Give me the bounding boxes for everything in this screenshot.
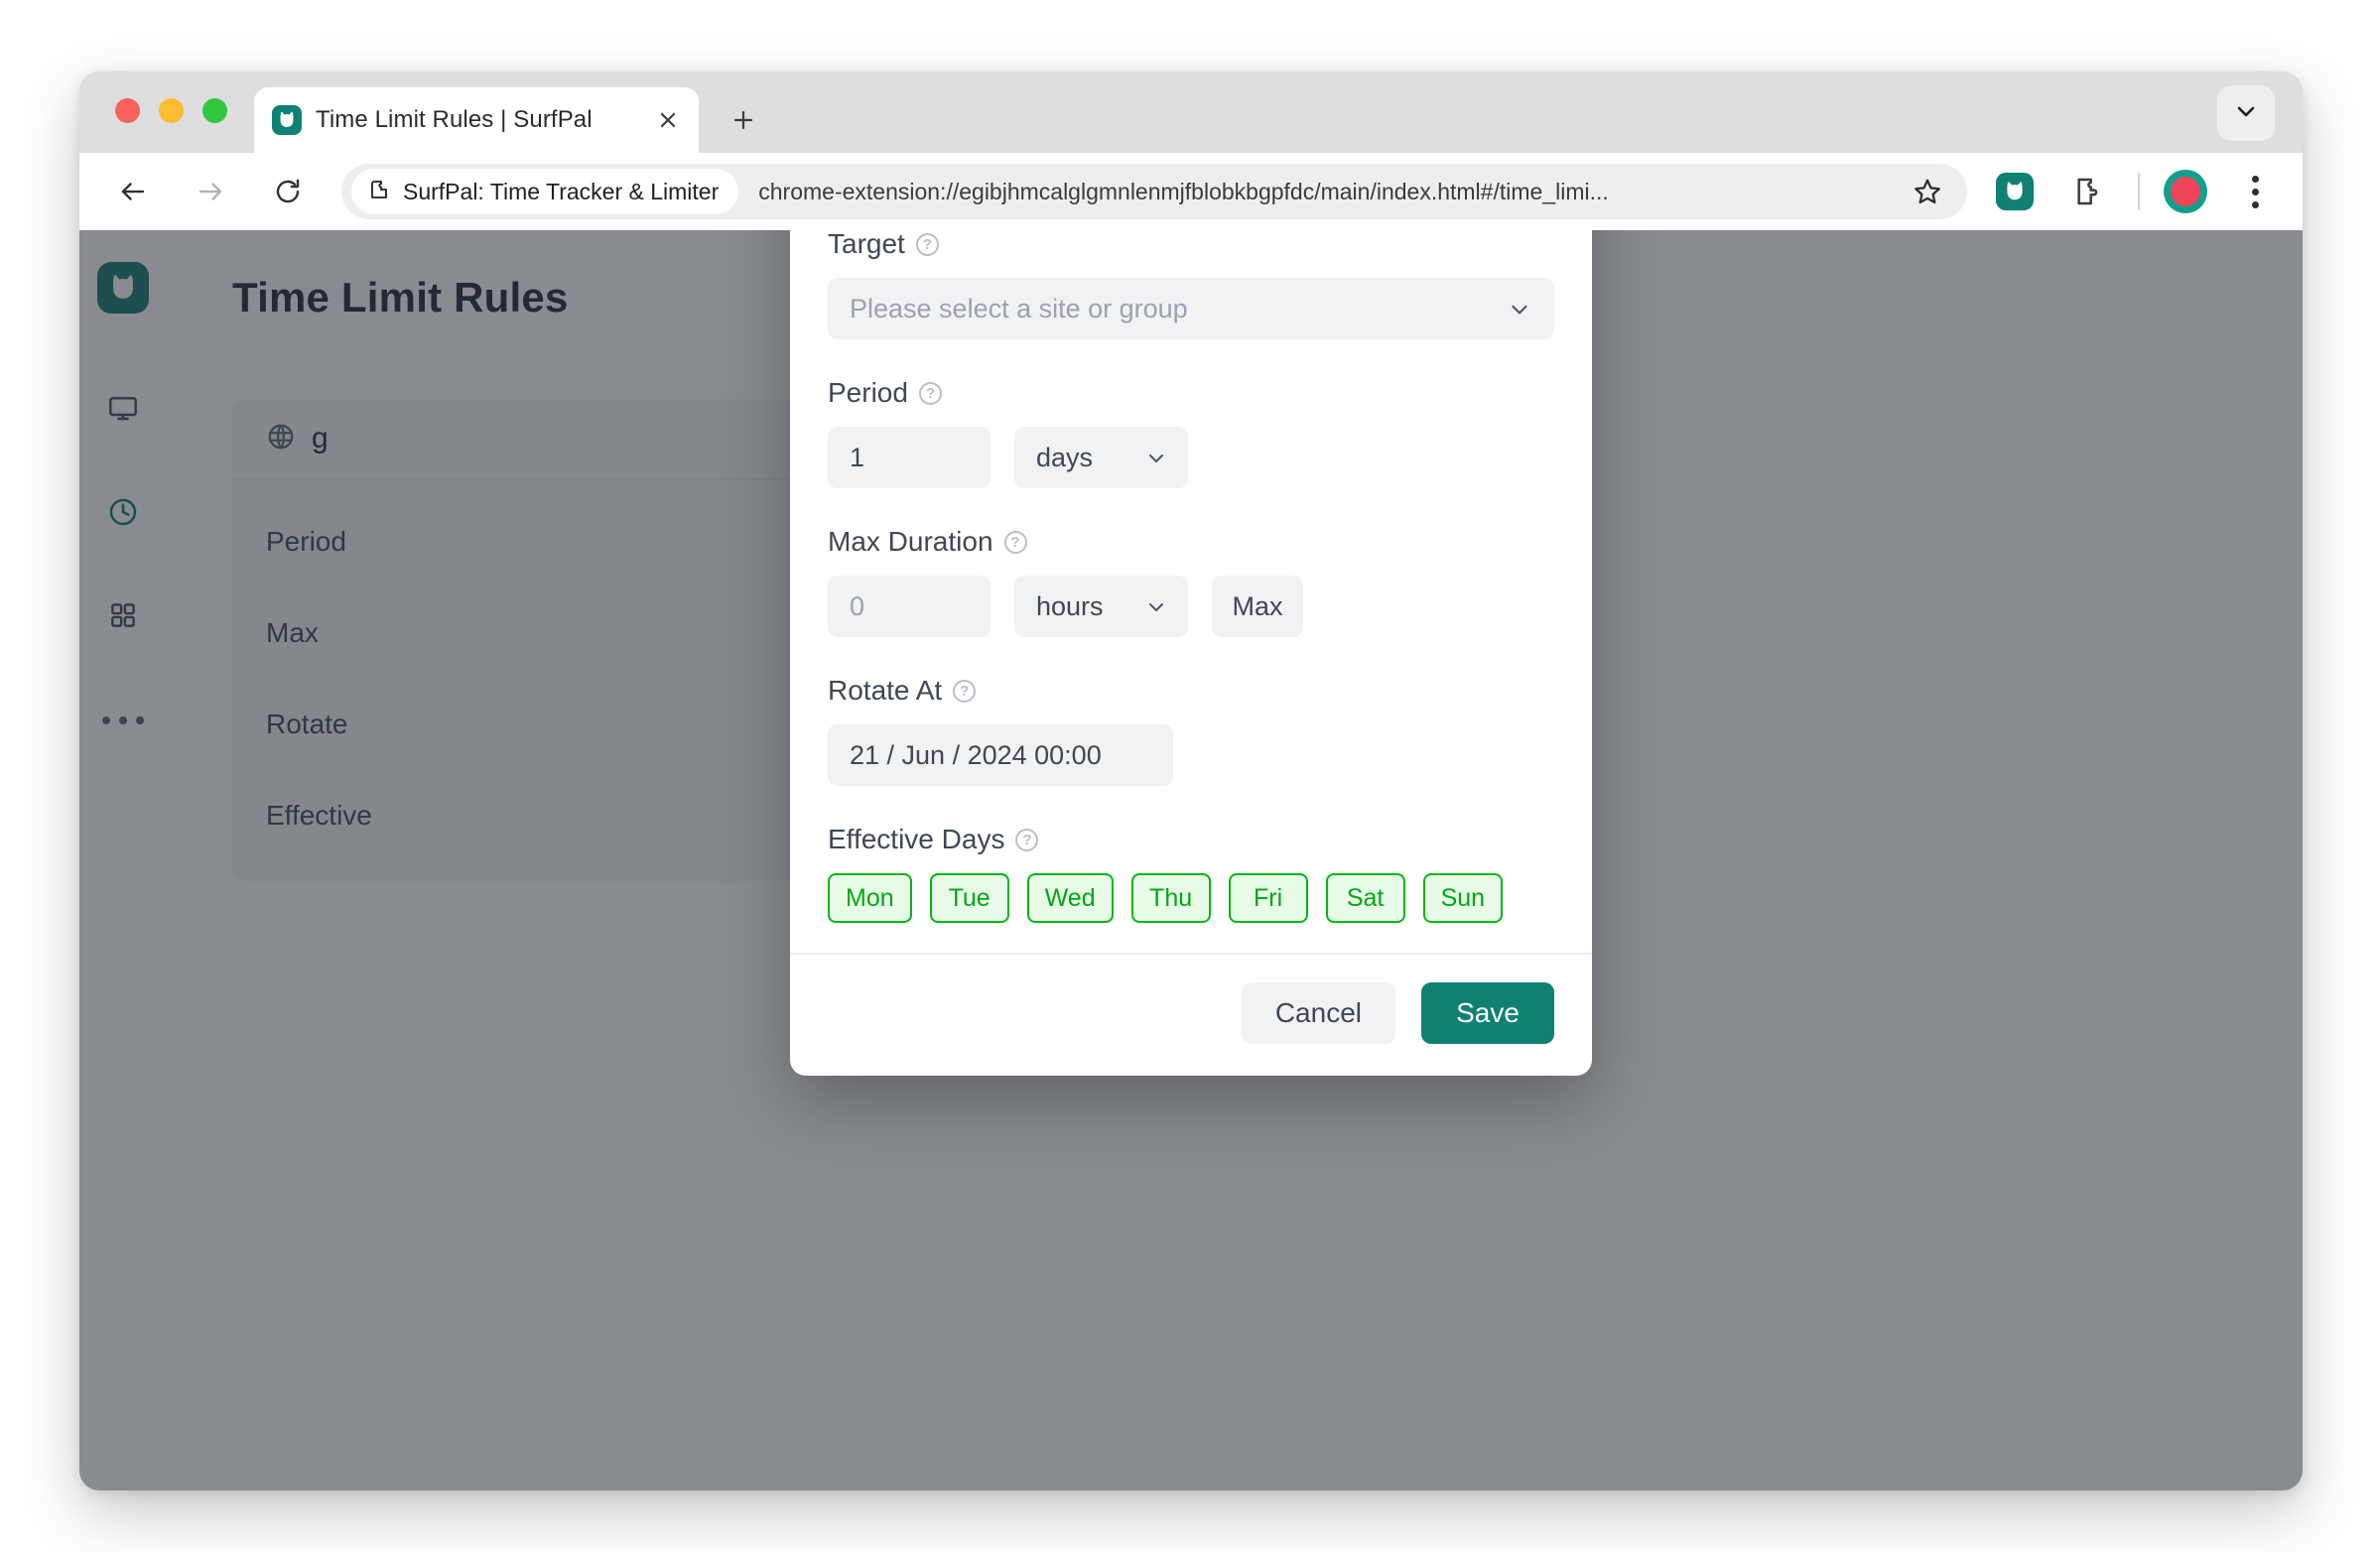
toolbar-actions xyxy=(1967,166,2277,217)
period-unit-select[interactable]: days xyxy=(1014,427,1188,488)
chevron-down-icon xyxy=(1144,446,1168,469)
period-field: Period ? 1 days xyxy=(828,377,1554,488)
period-controls: 1 days xyxy=(828,427,1554,488)
surfpal-cat-icon[interactable] xyxy=(1989,166,2041,217)
maximize-window-button[interactable] xyxy=(202,98,227,123)
tab-search-button[interactable] xyxy=(2217,85,2275,141)
tab-title: Time Limit Rules | SurfPal xyxy=(316,106,593,133)
minimize-window-button[interactable] xyxy=(159,98,184,123)
question-mark-icon[interactable]: ? xyxy=(915,232,939,256)
chevron-down-icon xyxy=(1507,296,1532,322)
rotate-at-label: Rotate At xyxy=(828,675,943,706)
period-label-group: Period ? xyxy=(828,377,1554,409)
max-duration-placeholder: 0 xyxy=(850,590,865,621)
target-label-group: Target ? xyxy=(828,230,1554,260)
chevron-down-icon xyxy=(2234,99,2258,128)
back-arrow-icon[interactable] xyxy=(105,164,161,219)
max-duration-controls: 0 hours Max xyxy=(828,576,1554,637)
save-button[interactable]: Save xyxy=(1421,982,1554,1044)
rotate-at-field: Rotate At ? 21 / Jun / 2024 00:00 xyxy=(828,675,1554,786)
browser-tab[interactable]: Time Limit Rules | SurfPal xyxy=(254,87,699,153)
extension-name-label: SurfPal: Time Tracker & Limiter xyxy=(403,178,720,204)
period-value: 1 xyxy=(850,442,865,472)
target-select[interactable]: Please select a site or group xyxy=(828,278,1554,339)
extension-origin-chip[interactable]: SurfPal: Time Tracker & Limiter xyxy=(351,169,739,214)
max-duration-field: Max Duration ? 0 hours Max xyxy=(828,526,1554,637)
max-duration-value-input[interactable]: 0 xyxy=(828,576,991,637)
question-mark-icon[interactable]: ? xyxy=(1015,828,1039,851)
day-toggle-tue[interactable]: Tue xyxy=(929,873,1009,923)
max-duration-label: Max Duration xyxy=(828,526,993,557)
address-bar[interactable]: SurfPal: Time Tracker & Limiter chrome-e… xyxy=(341,164,1967,219)
chevron-down-icon xyxy=(1144,594,1168,618)
rotate-at-datetime-input[interactable]: 21 / Jun / 2024 00:00 xyxy=(828,724,1173,786)
puzzle-piece-icon[interactable] xyxy=(2062,166,2114,217)
day-toggle-wed[interactable]: Wed xyxy=(1026,873,1114,923)
new-tab-button[interactable] xyxy=(717,93,770,147)
question-mark-icon[interactable]: ? xyxy=(918,381,942,405)
day-toggle-sun[interactable]: Sun xyxy=(1422,873,1504,923)
surfpal-cat-icon xyxy=(272,105,302,135)
browser-window: Time Limit Rules | SurfPal SurfPal: Time… xyxy=(79,71,2303,1490)
question-mark-icon[interactable]: ? xyxy=(953,679,977,703)
close-icon[interactable] xyxy=(653,105,683,135)
extension-puzzle-icon xyxy=(367,178,391,206)
rotate-at-label-group: Rotate At ? xyxy=(828,675,1554,707)
target-label: Target xyxy=(828,230,905,259)
star-icon[interactable] xyxy=(1906,170,1949,213)
effective-days-label: Effective Days xyxy=(828,824,1005,854)
day-toggle-fri[interactable]: Fri xyxy=(1228,873,1308,923)
day-toggle-sat[interactable]: Sat xyxy=(1325,873,1405,923)
day-toggle-mon[interactable]: Mon xyxy=(828,873,912,923)
reload-icon[interactable] xyxy=(260,164,316,219)
url-text[interactable]: chrome-extension://egibjhmcalglgmnlenmjf… xyxy=(758,179,1906,205)
cancel-button[interactable]: Cancel xyxy=(1241,982,1395,1044)
period-value-input[interactable]: 1 xyxy=(828,427,991,488)
rotate-at-value: 21 / Jun / 2024 00:00 xyxy=(850,739,1102,770)
three-dot-menu-icon[interactable] xyxy=(2233,166,2277,217)
effective-days-label-group: Effective Days ? xyxy=(828,824,1554,855)
effective-days-row: Mon Tue Wed Thu Fri Sat Sun xyxy=(828,873,1554,923)
max-duration-unit-select[interactable]: hours xyxy=(1014,576,1188,637)
max-button-label: Max xyxy=(1232,590,1283,621)
forward-arrow-icon[interactable] xyxy=(183,164,238,219)
period-label: Period xyxy=(828,377,908,408)
tab-strip: Time Limit Rules | SurfPal xyxy=(79,71,2303,153)
window-traffic-lights xyxy=(115,98,227,123)
effective-days-field: Effective Days ? Mon Tue Wed Thu Fri Sat… xyxy=(828,824,1554,923)
modal-body: Target ? Please select a site or group P… xyxy=(790,230,1592,953)
day-toggle-thu[interactable]: Thu xyxy=(1130,873,1211,923)
max-duration-unit-value: hours xyxy=(1036,590,1104,621)
close-window-button[interactable] xyxy=(115,98,140,123)
profile-avatar-icon[interactable] xyxy=(2164,170,2207,213)
period-unit-value: days xyxy=(1036,442,1094,472)
modal-footer: Cancel Save xyxy=(790,953,1592,1076)
question-mark-icon[interactable]: ? xyxy=(1003,530,1027,554)
time-limit-rule-modal: Time Limit Rule Target ? Please select a… xyxy=(790,230,1592,1076)
toolbar-divider xyxy=(2138,173,2140,210)
target-field: Target ? Please select a site or group xyxy=(828,230,1554,339)
browser-toolbar: SurfPal: Time Tracker & Limiter chrome-e… xyxy=(79,153,2303,230)
max-duration-label-group: Max Duration ? xyxy=(828,526,1554,558)
max-button[interactable]: Max xyxy=(1212,576,1303,637)
target-placeholder: Please select a site or group xyxy=(850,293,1188,323)
extension-page: Time Limit Rules g OFF xyxy=(79,230,2303,1490)
